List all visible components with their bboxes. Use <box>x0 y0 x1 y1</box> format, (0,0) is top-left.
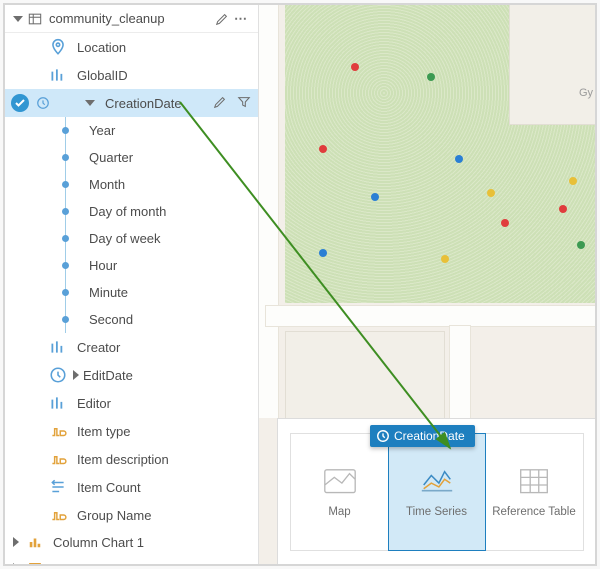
layer-title: community_cleanup <box>43 11 214 26</box>
string-icon <box>49 394 67 412</box>
drop-option-map[interactable]: Map <box>291 434 389 550</box>
field-creationdate[interactable]: CreationDate <box>5 89 258 117</box>
pencil-icon[interactable] <box>214 11 230 27</box>
field-itemdesc[interactable]: Item description <box>5 445 258 473</box>
map-point <box>501 219 509 227</box>
kpi-icon: 12 <box>27 560 43 564</box>
layer-header[interactable]: community_cleanup ⋯ <box>5 5 258 33</box>
drop-option-timeseries[interactable]: Time Series <box>388 433 486 551</box>
filter-icon[interactable] <box>236 94 252 110</box>
text-icon <box>49 450 67 468</box>
subfield-month[interactable]: Month <box>5 171 258 198</box>
map-point <box>441 255 449 263</box>
subfield-dayofmonth[interactable]: Day of month <box>5 198 258 225</box>
string-icon <box>49 338 67 356</box>
map-point <box>371 193 379 201</box>
clock-icon <box>49 366 67 384</box>
field-location[interactable]: Location <box>5 33 258 61</box>
map-point <box>319 249 327 257</box>
data-panel: community_cleanup ⋯ Location GlobalID <box>5 5 259 564</box>
clock-icon <box>35 95 51 111</box>
chart-item-kpi[interactable]: 12 KPI 1 <box>5 555 258 564</box>
subfield-hour[interactable]: Hour <box>5 252 258 279</box>
map-point <box>559 205 567 213</box>
map-canvas[interactable]: Gy CreationDate Map <box>259 5 595 564</box>
check-icon <box>11 94 29 112</box>
location-icon <box>49 38 67 56</box>
text-icon <box>49 506 67 524</box>
chart-item-column[interactable]: Column Chart 1 <box>5 529 258 555</box>
map-label: Gy <box>579 87 593 99</box>
subfield-year[interactable]: Year <box>5 117 258 144</box>
string-icon <box>49 66 67 84</box>
field-itemcount[interactable]: Item Count <box>5 473 258 501</box>
map-point <box>351 63 359 71</box>
map-point <box>487 189 495 197</box>
field-editdate[interactable]: EditDate <box>5 361 258 389</box>
more-icon[interactable]: ⋯ <box>230 11 252 27</box>
field-creator[interactable]: Creator <box>5 333 258 361</box>
timeseries-icon <box>418 466 456 498</box>
subfield-minute[interactable]: Minute <box>5 279 258 306</box>
map-point <box>569 177 577 185</box>
map-point <box>319 145 327 153</box>
field-editor[interactable]: Editor <box>5 389 258 417</box>
clock-icon <box>376 429 390 443</box>
expand-icon[interactable] <box>73 370 79 380</box>
field-groupname[interactable]: Group Name <box>5 501 258 529</box>
drop-zone[interactable]: CreationDate Map Time Series Reference T… <box>277 418 595 564</box>
pencil-icon[interactable] <box>212 94 228 110</box>
collapse-icon[interactable] <box>13 16 23 22</box>
column-chart-icon <box>27 534 43 550</box>
expand-icon[interactable] <box>13 563 19 564</box>
drop-option-reftable[interactable]: Reference Table <box>485 434 583 550</box>
text-icon <box>49 422 67 440</box>
subfield-second[interactable]: Second <box>5 306 258 333</box>
field-itemtype[interactable]: Item type <box>5 417 258 445</box>
map-point <box>577 241 585 249</box>
number-icon <box>49 478 67 496</box>
map-point <box>427 73 435 81</box>
expand-icon[interactable] <box>85 100 95 106</box>
subfield-quarter[interactable]: Quarter <box>5 144 258 171</box>
map-point <box>455 155 463 163</box>
drag-badge: CreationDate <box>370 425 475 447</box>
field-globalid[interactable]: GlobalID <box>5 61 258 89</box>
table-icon <box>27 11 43 27</box>
expand-icon[interactable] <box>13 537 19 547</box>
table-icon <box>515 466 553 498</box>
subfield-dayofweek[interactable]: Day of week <box>5 225 258 252</box>
map-icon <box>321 466 359 498</box>
